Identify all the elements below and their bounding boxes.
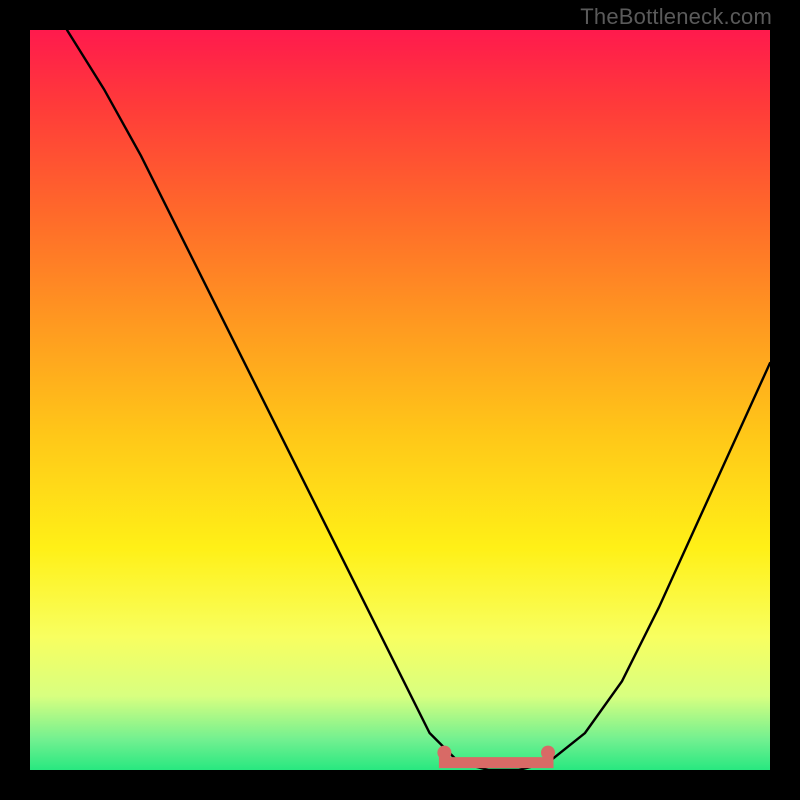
optimal-range-end-dot: [541, 746, 555, 760]
optimal-range-start-dot: [437, 746, 451, 760]
watermark-text: TheBottleneck.com: [580, 4, 772, 30]
chart-curve-layer: [30, 30, 770, 770]
optimal-range-marker: [444, 753, 548, 763]
chart-frame: TheBottleneck.com: [0, 0, 800, 800]
chart-plot-area: [30, 30, 770, 770]
bottleneck-curve: [67, 30, 770, 770]
